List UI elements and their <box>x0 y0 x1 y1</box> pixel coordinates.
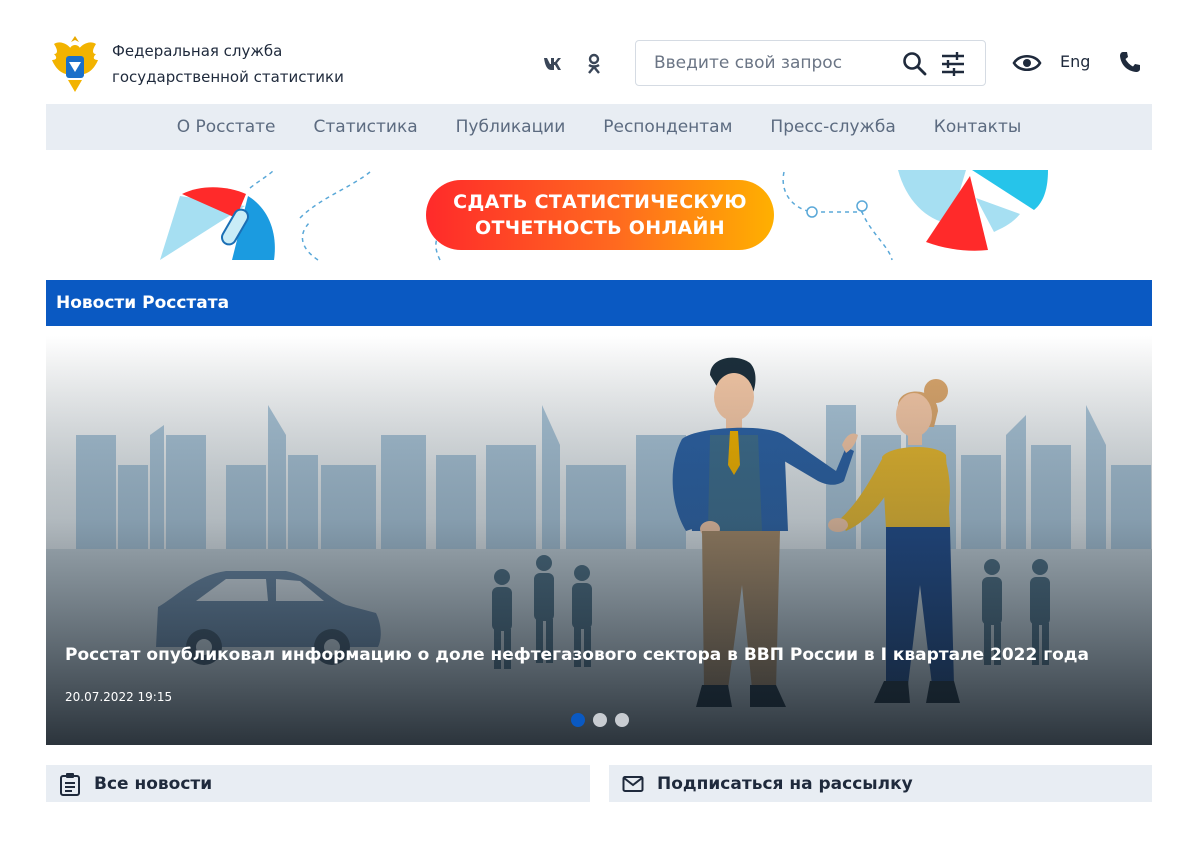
nav-item-contacts[interactable]: Контакты <box>934 117 1022 137</box>
coat-of-arms-icon[interactable] <box>46 30 104 96</box>
nav-item-press[interactable]: Пресс-служба <box>770 117 895 137</box>
search-input[interactable] <box>654 41 894 85</box>
all-news-button[interactable]: Все новости <box>46 765 590 802</box>
org-name[interactable]: Федеральная служба государственной стати… <box>112 38 344 90</box>
nav-item-about[interactable]: О Росстате <box>177 117 276 137</box>
search-icon[interactable] <box>902 51 928 77</box>
language-switch[interactable]: Eng <box>1060 52 1090 71</box>
site-header: Федеральная служба государственной стати… <box>46 28 1152 98</box>
envelope-icon <box>621 772 645 796</box>
main-nav: О Росстате Статистика Публикации Респонд… <box>46 104 1152 150</box>
org-name-line2: государственной статистики <box>112 68 344 86</box>
slider-pagination <box>571 713 629 727</box>
org-name-line1: Федеральная служба <box>112 42 283 60</box>
slide-date: 20.07.2022 19:15 <box>65 690 173 704</box>
phone-icon[interactable] <box>1118 50 1142 74</box>
ok-icon[interactable] <box>582 52 606 76</box>
accessibility-eye-icon[interactable] <box>1012 50 1042 76</box>
banner-line1: СДАТЬ СТАТИСТИЧЕСКУЮ <box>453 191 747 213</box>
slide-image <box>46 335 1152 745</box>
banner-line2: ОТЧЕТНОСТЬ ОНЛАЙН <box>475 217 725 239</box>
reporting-banner[interactable]: СДАТЬ СТАТИСТИЧЕСКУЮ ОТЧЕТНОСТЬ ОНЛАЙН <box>150 168 1050 264</box>
all-news-label: Все новости <box>94 773 213 794</box>
slide-title[interactable]: Росстат опубликовал информацию о доле не… <box>65 645 1089 665</box>
news-slider[interactable]: Росстат опубликовал информацию о доле не… <box>46 335 1152 745</box>
subscribe-button[interactable]: Подписаться на рассылку <box>609 765 1152 802</box>
subscribe-label: Подписаться на рассылку <box>657 773 913 794</box>
news-section-title: Новости Росстата <box>46 280 1152 326</box>
nav-item-respondents[interactable]: Респондентам <box>603 117 732 137</box>
nav-item-publications[interactable]: Публикации <box>456 117 566 137</box>
nav-item-statistics[interactable]: Статистика <box>314 117 418 137</box>
vk-icon[interactable] <box>542 52 566 76</box>
slider-dot-2[interactable] <box>593 713 607 727</box>
slider-dot-3[interactable] <box>615 713 629 727</box>
search-box <box>635 40 986 86</box>
filter-icon[interactable] <box>940 51 966 77</box>
clipboard-icon <box>58 772 82 796</box>
slider-dot-1[interactable] <box>571 713 585 727</box>
submit-report-online-button[interactable]: СДАТЬ СТАТИСТИЧЕСКУЮ ОТЧЕТНОСТЬ ОНЛАЙН <box>426 180 774 250</box>
